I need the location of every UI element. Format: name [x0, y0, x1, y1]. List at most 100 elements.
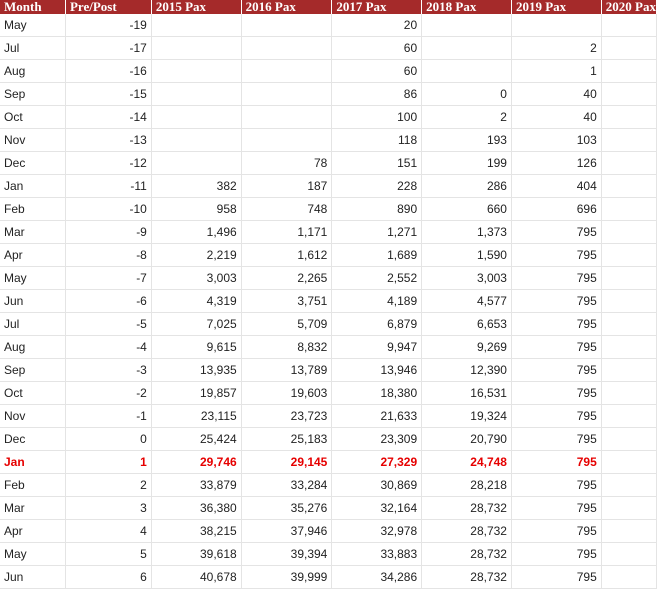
- table-row[interactable]: May -7 3,003 2,265 2,552 3,003 795: [0, 266, 657, 290]
- column-header-2016-pax[interactable]: 2016 Pax: [241, 0, 333, 14]
- pax-2015-cell: 19,857: [151, 381, 242, 405]
- pax-2015-cell: 40,678: [151, 565, 242, 589]
- table-row[interactable]: Feb -10 958 748 890 660 696: [0, 197, 657, 221]
- pax-2015-cell: 4,319: [151, 289, 242, 313]
- pax-2017-cell: 13,946: [331, 358, 423, 382]
- pax-2020-cell: [601, 14, 657, 37]
- pax-2018-cell: 28,732: [421, 565, 512, 589]
- pax-2018-cell: 2: [421, 105, 512, 129]
- pax-2019-cell: 795: [511, 565, 602, 589]
- pax-2015-cell: 382: [151, 174, 242, 198]
- pre-post-cell: -3: [65, 358, 152, 382]
- table-row[interactable]: Aug -4 9,615 8,832 9,947 9,269 795: [0, 335, 657, 359]
- pax-2019-cell: [511, 14, 602, 37]
- pax-2015-cell: [151, 59, 242, 83]
- table-row[interactable]: Nov -13 118 193 103: [0, 128, 657, 152]
- pax-2017-cell: 27,329: [331, 450, 423, 474]
- table-row[interactable]: Jun 6 40,678 39,999 34,286 28,732 795: [0, 565, 657, 589]
- pax-2019-cell: 795: [511, 381, 602, 405]
- pax-2019-cell: 696: [511, 197, 602, 221]
- pax-2018-cell: 199: [421, 151, 512, 175]
- pax-2015-cell: 2,219: [151, 243, 242, 267]
- table-row[interactable]: Jan -11 382 187 228 286 404: [0, 174, 657, 198]
- pax-2020-cell: [601, 519, 657, 543]
- pax-2015-cell: 29,746: [151, 450, 242, 474]
- pre-post-cell: 4: [65, 519, 152, 543]
- pax-2018-cell: 6,653: [421, 312, 512, 336]
- table-row[interactable]: Apr 4 38,215 37,946 32,978 28,732 795: [0, 519, 657, 543]
- table-row[interactable]: Jun -6 4,319 3,751 4,189 4,577 795: [0, 289, 657, 313]
- pax-2020-cell: [601, 312, 657, 336]
- pre-post-cell: -1: [65, 404, 152, 428]
- column-header-2017-pax[interactable]: 2017 Pax: [331, 0, 423, 14]
- pax-2017-cell: 100: [331, 105, 423, 129]
- pax-2020-cell: [601, 220, 657, 244]
- pax-2018-cell: 286: [421, 174, 512, 198]
- pax-2018-cell: 28,732: [421, 519, 512, 543]
- column-header-2015-pax[interactable]: 2015 Pax: [151, 0, 242, 14]
- column-header-2019-pax[interactable]: 2019 Pax: [511, 0, 602, 14]
- table-row[interactable]: Dec -12 78 151 199 126: [0, 151, 657, 175]
- pre-post-cell: -19: [65, 14, 152, 37]
- pax-2018-cell: 24,748: [421, 450, 512, 474]
- pax-2015-cell: 3,003: [151, 266, 242, 290]
- pax-2018-cell: 9,269: [421, 335, 512, 359]
- pax-2017-cell: 20: [331, 14, 423, 37]
- pax-2015-cell: [151, 36, 242, 60]
- column-header-pre-post[interactable]: Pre/Post: [65, 0, 152, 14]
- pax-2019-cell: 795: [511, 519, 602, 543]
- table-row[interactable]: Nov -1 23,115 23,723 21,633 19,324 795: [0, 404, 657, 428]
- pax-2020-cell: [601, 243, 657, 267]
- pax-2017-cell: 34,286: [331, 565, 423, 589]
- table-row[interactable]: Mar -9 1,496 1,171 1,271 1,373 795: [0, 220, 657, 244]
- table-row[interactable]: May -19 20: [0, 14, 657, 37]
- pax-2017-cell: 228: [331, 174, 423, 198]
- pax-2018-cell: 20,790: [421, 427, 512, 451]
- pax-2018-cell: 19,324: [421, 404, 512, 428]
- column-header-2020-pax[interactable]: 2020 Pax: [601, 0, 657, 14]
- pax-2015-cell: 13,935: [151, 358, 242, 382]
- pax-2017-cell: 32,164: [331, 496, 423, 520]
- table-row[interactable]: Aug -16 60 1: [0, 59, 657, 83]
- column-header-2018-pax[interactable]: 2018 Pax: [421, 0, 512, 14]
- table-row[interactable]: Sep -15 86 0 40: [0, 82, 657, 106]
- month-cell: Dec: [0, 151, 66, 175]
- table-row[interactable]: Mar 3 36,380 35,276 32,164 28,732 795: [0, 496, 657, 520]
- pre-post-cell: 2: [65, 473, 152, 497]
- table-row[interactable]: Jul -5 7,025 5,709 6,879 6,653 795: [0, 312, 657, 336]
- pax-2019-cell: 103: [511, 128, 602, 152]
- pax-2017-cell: 21,633: [331, 404, 423, 428]
- pax-2020-cell: [601, 496, 657, 520]
- pax-2017-cell: 60: [331, 36, 423, 60]
- month-cell: May: [0, 542, 66, 566]
- pax-2018-cell: 4,577: [421, 289, 512, 313]
- table-row[interactable]: Jul -17 60 2: [0, 36, 657, 60]
- pre-post-cell: -10: [65, 197, 152, 221]
- column-header-month[interactable]: Month: [0, 0, 66, 14]
- pax-2016-cell: [241, 105, 333, 129]
- pre-post-cell: -5: [65, 312, 152, 336]
- pax-2018-cell: 12,390: [421, 358, 512, 382]
- pre-post-cell: -4: [65, 335, 152, 359]
- month-cell: Oct: [0, 105, 66, 129]
- pax-2018-cell: 0: [421, 82, 512, 106]
- table-row[interactable]: Apr -8 2,219 1,612 1,689 1,590 795: [0, 243, 657, 267]
- pax-2018-cell: 660: [421, 197, 512, 221]
- pax-2017-cell: 33,883: [331, 542, 423, 566]
- pax-2020-cell: [601, 36, 657, 60]
- table-row[interactable]: Dec 0 25,424 25,183 23,309 20,790 795: [0, 427, 657, 451]
- month-cell: Nov: [0, 404, 66, 428]
- table-row[interactable]: May 5 39,618 39,394 33,883 28,732 795: [0, 542, 657, 566]
- table-row[interactable]: Jan 1 29,746 29,145 27,329 24,748 795: [0, 450, 657, 474]
- pax-2018-cell: 28,732: [421, 542, 512, 566]
- table-row[interactable]: Oct -14 100 2 40: [0, 105, 657, 129]
- month-cell: Aug: [0, 335, 66, 359]
- pre-post-cell: -9: [65, 220, 152, 244]
- table-row[interactable]: Oct -2 19,857 19,603 18,380 16,531 795: [0, 381, 657, 405]
- pax-2020-cell: [601, 82, 657, 106]
- pax-2016-cell: 1,612: [241, 243, 333, 267]
- table-row[interactable]: Sep -3 13,935 13,789 13,946 12,390 795: [0, 358, 657, 382]
- table-row[interactable]: Feb 2 33,879 33,284 30,869 28,218 795: [0, 473, 657, 497]
- pre-post-cell: 6: [65, 565, 152, 589]
- pax-2019-cell: 795: [511, 243, 602, 267]
